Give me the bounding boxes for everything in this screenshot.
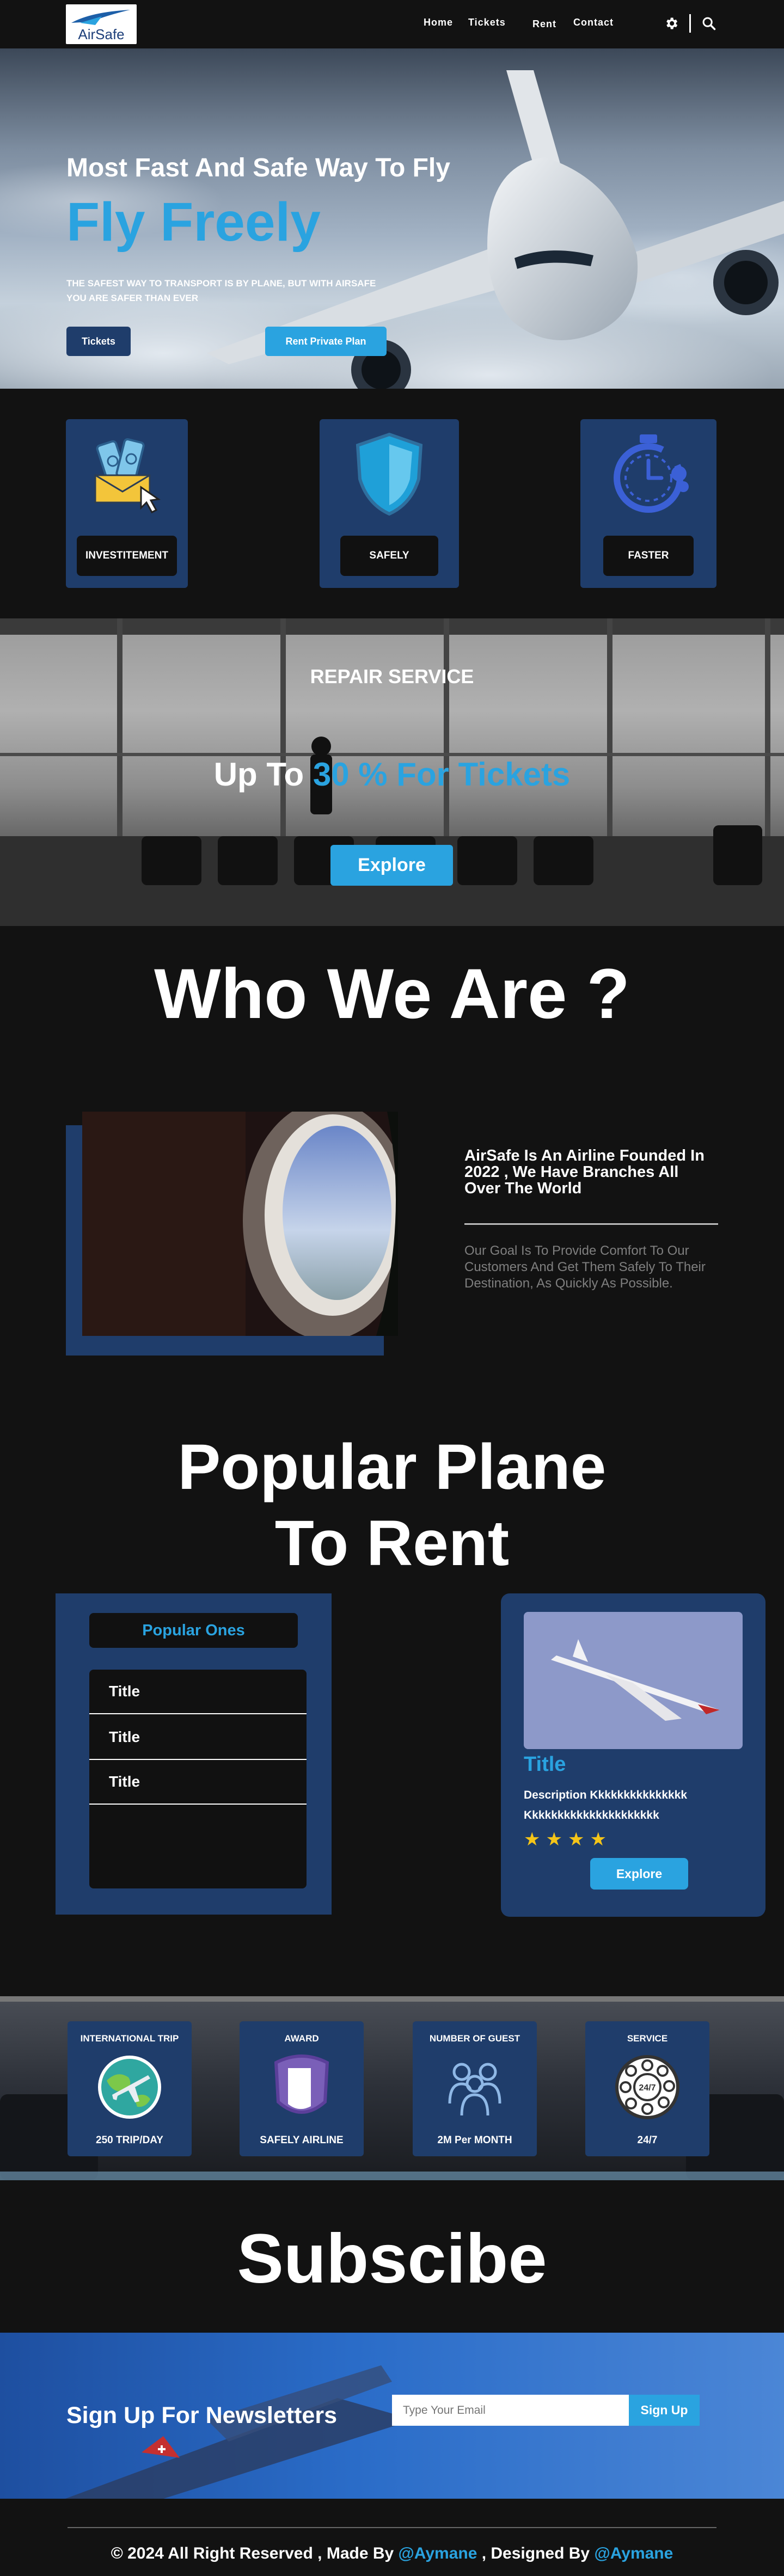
popular-heading-line1: Popular Plane [177, 1431, 607, 1503]
stat-card-award: AWARD SAFELY AIRLINE [240, 2021, 364, 2156]
stat-value: SAFELY AIRLINE [260, 2135, 344, 2146]
sign-up-button[interactable]: Sign Up [629, 2395, 700, 2426]
airplane-window-image [82, 1112, 398, 1336]
stat-title: SERVICE [627, 2033, 668, 2044]
feature-label: SAFELY [340, 536, 438, 576]
footer-prefix: © 2024 All Right Reserved , Made By [111, 2544, 399, 2562]
email-input[interactable] [392, 2395, 629, 2426]
globe-plane-icon [68, 2052, 192, 2123]
concorde-image [524, 1612, 743, 1749]
hero-section: Most Fast And Safe Way To Fly Fly Freely… [0, 48, 784, 389]
who-goal-text: Our Goal Is To Provide Comfort To Our Cu… [464, 1243, 706, 1291]
rating-stars: ★★★★ [524, 1829, 612, 1850]
repair-section: REPAIR SERVICE Up To 30 % For Tickets Ex… [0, 618, 784, 926]
offer-highlight: 30 % For Tickets [313, 756, 571, 793]
who-divider [464, 1223, 718, 1225]
list-item[interactable]: Title [89, 1715, 307, 1760]
nav-link-tickets[interactable]: Tickets [468, 17, 506, 28]
explore-plane-button[interactable]: Explore [590, 1858, 688, 1890]
who-founded-text: AirSafe Is An Airline Founded In 2022 , … [464, 1147, 705, 1197]
card-desc-line2: Kkkkkkkkkkkkkkkkkkkkk [524, 1809, 659, 1821]
nav-link-contact[interactable]: Contact [573, 17, 614, 28]
feature-label: FASTER [603, 536, 694, 576]
stat-value: 24/7 [637, 2135, 658, 2146]
gear-icon[interactable] [664, 16, 679, 31]
stat-card-guests: NUMBER OF GUEST 2M Per MONTH [413, 2021, 537, 2156]
offer-prefix: Up To [213, 756, 313, 793]
shield-icon [320, 430, 459, 517]
popular-heading-line2: To Rent [274, 1507, 510, 1579]
popular-list-panel: Popular Ones Title Title Title [56, 1593, 332, 1915]
star-icon: ★ [590, 1829, 612, 1850]
card-title: Title [524, 1753, 566, 1776]
hero-title: Fly Freely [66, 192, 321, 253]
feature-card-faster: FASTER [580, 419, 716, 588]
card-desc-line1: Description Kkkkkkkkkkkkkkk [524, 1789, 688, 1801]
stat-title: INTERNATIONAL TRIP [80, 2033, 179, 2044]
svg-text:24/7: 24/7 [639, 2083, 656, 2093]
list-item[interactable]: Title [89, 1670, 307, 1714]
explore-offer-button[interactable]: Explore [330, 845, 453, 886]
list-item[interactable]: Title [89, 1760, 307, 1805]
hero-subtitle: THE SAFEST WAY TO TRANSPORT IS BY PLANE,… [66, 276, 404, 305]
footer-mid: , Designed By [477, 2544, 595, 2562]
star-icon: ★ [524, 1829, 546, 1850]
nav-link-rent[interactable]: Rent [532, 19, 556, 30]
feature-card-safely: SAFELY [320, 419, 459, 588]
search-icon[interactable] [701, 16, 716, 31]
nav-link-home[interactable]: Home [424, 17, 453, 28]
rent-private-plan-button[interactable]: Rent Private Plan [265, 327, 387, 356]
stat-title: AWARD [284, 2033, 319, 2044]
footer-text: © 2024 All Right Reserved , Made By @Aym… [0, 2544, 784, 2563]
footer-made-by-link[interactable]: @Aymane [399, 2544, 477, 2562]
repair-title: REPAIR SERVICE [310, 665, 474, 688]
popular-heading: Popular Plane To Rent [0, 1429, 784, 1581]
footer-divider [68, 2527, 716, 2528]
stat-value: 250 TRIP/DAY [96, 2135, 163, 2146]
star-icon: ★ [546, 1829, 568, 1850]
stat-title: NUMBER OF GUEST [429, 2033, 520, 2044]
nav-divider [689, 14, 691, 33]
stopwatch-icon [580, 430, 716, 517]
feature-card-investitement: INVESTITEMENT [66, 419, 188, 588]
popular-ones-tab[interactable]: Popular Ones [89, 1613, 298, 1648]
hero-subtitle-line1: THE SAFEST WAY TO TRANSPORT IS BY PLANE,… [66, 278, 376, 289]
hero-heading: Most Fast And Safe Way To Fly [66, 154, 450, 182]
who-heading: Who We Are ? [154, 954, 630, 1033]
repair-offer: Up To 30 % For Tickets [0, 756, 784, 793]
newsletter-section: Sign Up For Newsletters Sign Up [0, 2333, 784, 2499]
stat-value: 2M Per MONTH [437, 2135, 512, 2146]
card-description: Description Kkkkkkkkkkkkkkk Kkkkkkkkkkkk… [524, 1785, 687, 1825]
tickets-button[interactable]: Tickets [66, 327, 131, 356]
rotary-phone-icon: 24/7 [585, 2052, 709, 2123]
footer-designed-by-link[interactable]: @Aymane [594, 2544, 673, 2562]
stat-card-service: SERVICE 24/7 24/7 [585, 2021, 709, 2156]
subscribe-heading: Subscibe [237, 2220, 547, 2298]
feature-label: INVESTITEMENT [77, 536, 177, 576]
badge-icon [240, 2052, 364, 2123]
money-envelope-icon [66, 430, 188, 517]
star-icon: ★ [567, 1829, 590, 1850]
people-icon [413, 2052, 537, 2123]
popular-list: Title Title Title [89, 1670, 307, 1888]
hero-subtitle-line2: YOU ARE SAFER THAN EVER [66, 293, 199, 303]
navbar: AirSafe Home Tickets Rent Contact [0, 0, 784, 48]
plane-card: Title Description Kkkkkkkkkkkkkkk Kkkkkk… [501, 1593, 765, 1917]
newsletter-title: Sign Up For Newsletters [66, 2402, 337, 2428]
stat-card-trips: INTERNATIONAL TRIP 250 TRIP/DAY [68, 2021, 192, 2156]
